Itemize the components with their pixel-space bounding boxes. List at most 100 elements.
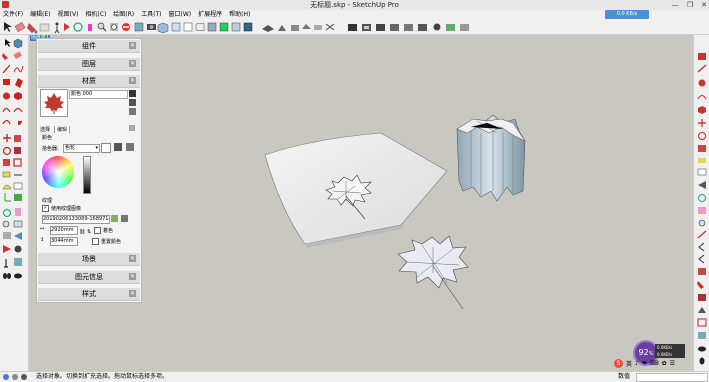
menu-extensions[interactable]: 扩展程序 <box>198 10 222 19</box>
texture-file-field[interactable]: 20190206133089-1689714290 <box>42 215 110 224</box>
ime-skin-icon[interactable]: ❤ <box>642 360 647 367</box>
tray-section-scenes[interactable]: 场景 ✕ <box>38 253 140 266</box>
menu-tools[interactable]: 工具(T) <box>141 10 161 19</box>
browse-folder-icon[interactable] <box>111 215 118 222</box>
duplicate-material-icon[interactable] <box>129 99 136 106</box>
material-thumbnail[interactable] <box>40 89 68 117</box>
rt-section-icon <box>698 332 706 339</box>
colorize-checkbox[interactable] <box>94 227 101 234</box>
color-picker-select[interactable]: 色轮 ▾ <box>63 144 100 153</box>
rt-chevron-icon <box>698 242 705 252</box>
menu-file[interactable]: 文件(F) <box>3 10 23 19</box>
close-button[interactable]: ✕ <box>701 0 707 10</box>
paint-icon <box>2 53 8 60</box>
warehouse-icon <box>362 24 371 31</box>
speed-panel: 0.0KB/s 0.0KB/s <box>655 344 685 358</box>
close-icon[interactable]: ✕ <box>129 290 136 297</box>
maximize-button[interactable]: ❐ <box>687 0 693 10</box>
brightness-slider[interactable] <box>83 156 91 194</box>
tray-section-components[interactable]: 组件 ✕ <box>38 40 140 53</box>
close-icon[interactable]: ✕ <box>129 42 136 49</box>
menu-draw[interactable]: 绘图(R) <box>113 10 134 19</box>
scale-icon <box>3 159 10 166</box>
material-name-field[interactable]: 颜色 000 <box>69 90 128 99</box>
tray-section-layers[interactable]: 图层 ✕ <box>38 58 140 71</box>
sogou-ime-icon[interactable]: S <box>614 358 623 368</box>
component-icon <box>13 38 23 49</box>
geo-location-status-icon[interactable] <box>3 374 9 380</box>
aspect-lock-icon[interactable]: ⛓ <box>79 229 85 235</box>
model-viewport[interactable] <box>141 41 693 371</box>
use-texture-checkbox[interactable]: ✓ <box>42 205 49 212</box>
rt-foot-icon <box>699 357 705 365</box>
ime-menu-icon[interactable]: ☰ <box>670 360 675 367</box>
menu-bar: 文件(F) 编辑(E) 视图(V) 相机(C) 绘图(R) 工具(T) 窗口(W… <box>0 10 709 19</box>
flip-edge-icon <box>325 23 335 31</box>
menu-edit[interactable]: 编辑(E) <box>30 10 50 19</box>
scenes-label: 场景 <box>82 255 96 263</box>
network-speed-widget[interactable]: 0.0 KB/s <box>605 10 649 19</box>
menu-help[interactable]: 帮助(H) <box>229 10 250 19</box>
reset-color-checkbox[interactable] <box>92 238 99 245</box>
width-arrow-icon: ↔ <box>40 226 45 232</box>
color-wheel[interactable] <box>42 156 74 188</box>
color-picker-value: 色轮 <box>65 145 76 151</box>
eyedropper-icon[interactable] <box>129 125 135 131</box>
use-texture-row: ✓ 使用纹理图像 <box>42 205 81 212</box>
texture-height-field[interactable]: 3044mm <box>50 237 78 246</box>
menu-window[interactable]: 窗口(W) <box>169 10 192 19</box>
match-screen-color-icon[interactable] <box>126 143 134 151</box>
close-icon[interactable]: ✕ <box>129 77 136 84</box>
menu-camera[interactable]: 相机(C) <box>85 10 106 19</box>
tab-select[interactable]: 选择 <box>40 126 50 133</box>
menu-view[interactable]: 视图(V) <box>58 10 79 19</box>
left-view-icon <box>219 22 229 32</box>
select-tool-icon <box>4 22 12 32</box>
ime-tools-icon[interactable]: ✿ <box>662 360 667 367</box>
title-bar: 无标题.skp - SketchUp Pro — ❐ ✕ <box>0 0 709 10</box>
close-icon[interactable]: ✕ <box>129 273 136 280</box>
follow-me-icon <box>14 147 21 154</box>
photo-texture-icon <box>418 24 427 31</box>
ime-keyboard-icon[interactable]: ⌨ <box>650 360 659 367</box>
close-icon[interactable]: ✕ <box>129 255 136 262</box>
rectangle-tool-icon <box>3 79 10 85</box>
edit-texture-icon[interactable] <box>121 215 128 222</box>
help-icon[interactable] <box>21 374 27 380</box>
use-texture-label: 使用纹理图像 <box>51 206 82 212</box>
tray-section-styles[interactable]: 样式 ✕ <box>38 288 140 301</box>
width-value: 2920mm <box>51 227 74 233</box>
rt-orbit-icon <box>698 194 706 202</box>
tray-section-materials[interactable]: 材质 ✕ <box>38 75 140 88</box>
push-pull-icon <box>14 135 21 142</box>
minimize-button[interactable]: — <box>672 0 679 10</box>
rt-offset-icon <box>697 318 707 327</box>
top-view-icon <box>171 22 181 32</box>
look-around-icon <box>14 245 22 253</box>
ime-voice-icon[interactable]: ♪ <box>635 360 639 367</box>
height-value: 3044mm <box>51 238 74 244</box>
tab-edit[interactable]: 编辑 <box>54 126 71 133</box>
iso-view-icon <box>157 22 169 34</box>
credits-icon[interactable] <box>12 374 18 380</box>
close-icon[interactable]: ✕ <box>129 60 136 67</box>
offset-icon <box>13 158 22 167</box>
create-material-icon[interactable] <box>129 90 136 97</box>
gauge-unit: % <box>648 351 654 357</box>
tray-section-entity-info[interactable]: 图元信息 ✕ <box>38 271 140 284</box>
sample-paint-icon[interactable] <box>129 108 136 115</box>
sketchup-logo-icon[interactable] <box>2 1 9 8</box>
rt-rotate-icon <box>698 132 706 140</box>
share-model-icon <box>376 24 385 31</box>
color-picker-label: 拾色器: <box>42 146 59 152</box>
ime-lang-toggle[interactable]: 英 <box>626 359 632 368</box>
match-color-icon[interactable] <box>114 143 122 151</box>
toggle-terrain-icon <box>446 24 455 31</box>
rt-text-icon <box>697 168 707 176</box>
color-swatch[interactable] <box>101 143 111 153</box>
select-arrow-icon <box>5 39 11 47</box>
reset-aspect-icon[interactable]: ⇅ <box>87 229 91 235</box>
texture-width-field[interactable]: 2920mm <box>50 226 78 235</box>
extension-warehouse-icon <box>390 24 399 31</box>
right-toolbar <box>693 35 709 371</box>
